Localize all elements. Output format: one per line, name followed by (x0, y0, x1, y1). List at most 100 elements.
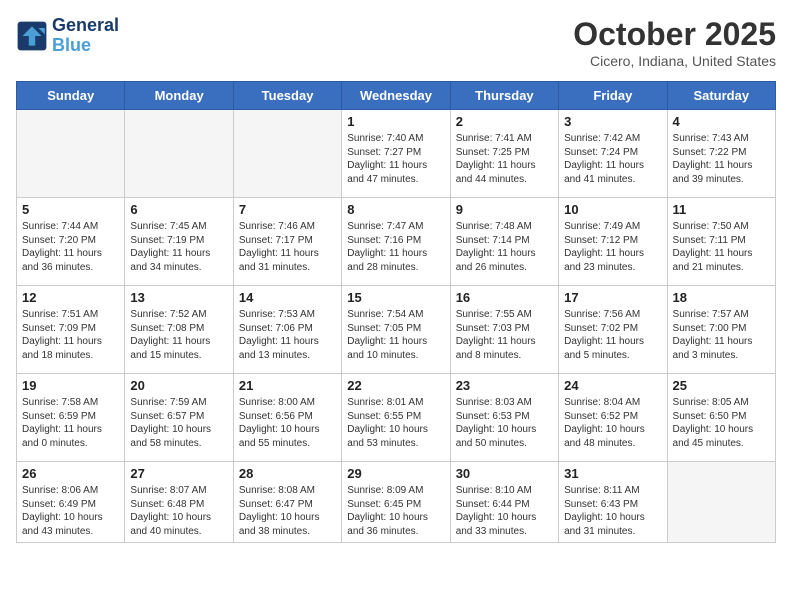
day-number: 8 (347, 202, 444, 217)
cell-info: Sunrise: 7:57 AM Sunset: 7:00 PM Dayligh… (673, 308, 770, 362)
calendar-week-row: 1 Sunrise: 7:40 AM Sunset: 7:27 PM Daylig… (17, 110, 776, 198)
calendar-cell: 2 Sunrise: 7:41 AM Sunset: 7:25 PM Daylig… (450, 110, 558, 198)
calendar-cell: 27Sunrise: 8:07 AM Sunset: 6:48 PM Dayli… (125, 462, 233, 543)
day-number: 14 (239, 290, 336, 305)
cell-info: Sunrise: 7:44 AM Sunset: 7:20 PM Dayligh… (22, 220, 119, 274)
page-header: General Blue October 2025 Cicero, Indian… (16, 16, 776, 69)
cell-info: Sunrise: 8:11 AM Sunset: 6:43 PM Dayligh… (564, 484, 661, 538)
cell-info: Sunrise: 7:58 AM Sunset: 6:59 PM Dayligh… (22, 396, 119, 450)
calendar-cell: 8Sunrise: 7:47 AM Sunset: 7:16 PM Daylig… (342, 198, 450, 286)
cell-info: Sunrise: 7:52 AM Sunset: 7:08 PM Dayligh… (130, 308, 227, 362)
calendar-cell: 3 Sunrise: 7:42 AM Sunset: 7:24 PM Daylig… (559, 110, 667, 198)
day-number: 27 (130, 466, 227, 481)
calendar-cell: 28 Sunrise: 8:08 AM Sunset: 6:47 PM Dayli… (233, 462, 341, 543)
calendar-cell: 22 Sunrise: 8:01 AM Sunset: 6:55 PM Dayli… (342, 374, 450, 462)
weekday-header-tuesday: Tuesday (233, 82, 341, 110)
cell-info: Sunrise: 7:41 AM Sunset: 7:25 PM Dayligh… (456, 132, 553, 186)
calendar-cell: 14 Sunrise: 7:53 AM Sunset: 7:06 PM Dayli… (233, 286, 341, 374)
day-number: 28 (239, 466, 336, 481)
cell-info: Sunrise: 7:56 AM Sunset: 7:02 PM Dayligh… (564, 308, 661, 362)
calendar-cell (17, 110, 125, 198)
day-number: 7 (239, 202, 336, 217)
calendar-cell: 16Sunrise: 7:55 AM Sunset: 7:03 PM Dayli… (450, 286, 558, 374)
calendar-cell: 10Sunrise: 7:49 AM Sunset: 7:12 PM Dayli… (559, 198, 667, 286)
title-block: October 2025 Cicero, Indiana, United Sta… (573, 16, 776, 69)
weekday-header-saturday: Saturday (667, 82, 775, 110)
calendar-cell: 15 Sunrise: 7:54 AM Sunset: 7:05 PM Dayli… (342, 286, 450, 374)
calendar-cell: 1 Sunrise: 7:40 AM Sunset: 7:27 PM Daylig… (342, 110, 450, 198)
cell-info: Sunrise: 7:51 AM Sunset: 7:09 PM Dayligh… (22, 308, 119, 362)
day-number: 10 (564, 202, 661, 217)
calendar-cell: 24Sunrise: 8:04 AM Sunset: 6:52 PM Dayli… (559, 374, 667, 462)
calendar-cell: 12 Sunrise: 7:51 AM Sunset: 7:09 PM Dayli… (17, 286, 125, 374)
day-number: 26 (22, 466, 119, 481)
calendar-cell: 9Sunrise: 7:48 AM Sunset: 7:14 PM Daylig… (450, 198, 558, 286)
cell-info: Sunrise: 7:48 AM Sunset: 7:14 PM Dayligh… (456, 220, 553, 274)
day-number: 30 (456, 466, 553, 481)
day-number: 31 (564, 466, 661, 481)
calendar-week-row: 12 Sunrise: 7:51 AM Sunset: 7:09 PM Dayli… (17, 286, 776, 374)
cell-info: Sunrise: 8:00 AM Sunset: 6:56 PM Dayligh… (239, 396, 336, 450)
cell-info: Sunrise: 7:40 AM Sunset: 7:27 PM Dayligh… (347, 132, 444, 186)
day-number: 1 (347, 114, 444, 129)
day-number: 13 (130, 290, 227, 305)
calendar-cell: 23 Sunrise: 8:03 AM Sunset: 6:53 PM Dayli… (450, 374, 558, 462)
calendar-cell: 11 Sunrise: 7:50 AM Sunset: 7:11 PM Dayli… (667, 198, 775, 286)
calendar-week-row: 19 Sunrise: 7:58 AM Sunset: 6:59 PM Dayli… (17, 374, 776, 462)
location-subtitle: Cicero, Indiana, United States (573, 53, 776, 69)
calendar-cell: 20 Sunrise: 7:59 AM Sunset: 6:57 PM Dayli… (125, 374, 233, 462)
calendar-week-row: 5 Sunrise: 7:44 AM Sunset: 7:20 PM Daylig… (17, 198, 776, 286)
cell-info: Sunrise: 7:55 AM Sunset: 7:03 PM Dayligh… (456, 308, 553, 362)
day-number: 20 (130, 378, 227, 393)
calendar-cell: 13 Sunrise: 7:52 AM Sunset: 7:08 PM Dayli… (125, 286, 233, 374)
calendar-cell (667, 462, 775, 543)
day-number: 18 (673, 290, 770, 305)
day-number: 6 (130, 202, 227, 217)
calendar-cell: 4 Sunrise: 7:43 AM Sunset: 7:22 PM Daylig… (667, 110, 775, 198)
day-number: 2 (456, 114, 553, 129)
logo: General Blue (16, 16, 119, 56)
calendar-cell: 19 Sunrise: 7:58 AM Sunset: 6:59 PM Dayli… (17, 374, 125, 462)
calendar-cell (233, 110, 341, 198)
weekday-header-friday: Friday (559, 82, 667, 110)
calendar-cell: 31 Sunrise: 8:11 AM Sunset: 6:43 PM Dayli… (559, 462, 667, 543)
day-number: 17 (564, 290, 661, 305)
cell-info: Sunrise: 8:10 AM Sunset: 6:44 PM Dayligh… (456, 484, 553, 538)
day-number: 19 (22, 378, 119, 393)
cell-info: Sunrise: 7:53 AM Sunset: 7:06 PM Dayligh… (239, 308, 336, 362)
cell-info: Sunrise: 7:46 AM Sunset: 7:17 PM Dayligh… (239, 220, 336, 274)
cell-info: Sunrise: 7:45 AM Sunset: 7:19 PM Dayligh… (130, 220, 227, 274)
cell-info: Sunrise: 8:01 AM Sunset: 6:55 PM Dayligh… (347, 396, 444, 450)
cell-info: Sunrise: 7:54 AM Sunset: 7:05 PM Dayligh… (347, 308, 444, 362)
cell-info: Sunrise: 7:43 AM Sunset: 7:22 PM Dayligh… (673, 132, 770, 186)
calendar-cell: 25Sunrise: 8:05 AM Sunset: 6:50 PM Dayli… (667, 374, 775, 462)
day-number: 11 (673, 202, 770, 217)
day-number: 5 (22, 202, 119, 217)
day-number: 22 (347, 378, 444, 393)
day-number: 12 (22, 290, 119, 305)
calendar-cell: 26 Sunrise: 8:06 AM Sunset: 6:49 PM Dayli… (17, 462, 125, 543)
day-number: 4 (673, 114, 770, 129)
day-number: 23 (456, 378, 553, 393)
calendar-week-row: 26 Sunrise: 8:06 AM Sunset: 6:49 PM Dayli… (17, 462, 776, 543)
calendar-cell (125, 110, 233, 198)
day-number: 15 (347, 290, 444, 305)
cell-info: Sunrise: 8:08 AM Sunset: 6:47 PM Dayligh… (239, 484, 336, 538)
day-number: 3 (564, 114, 661, 129)
month-title: October 2025 (573, 16, 776, 53)
calendar-cell: 21Sunrise: 8:00 AM Sunset: 6:56 PM Dayli… (233, 374, 341, 462)
cell-info: Sunrise: 8:03 AM Sunset: 6:53 PM Dayligh… (456, 396, 553, 450)
cell-info: Sunrise: 7:59 AM Sunset: 6:57 PM Dayligh… (130, 396, 227, 450)
calendar-table: SundayMondayTuesdayWednesdayThursdayFrid… (16, 81, 776, 543)
calendar-cell: 29Sunrise: 8:09 AM Sunset: 6:45 PM Dayli… (342, 462, 450, 543)
day-number: 29 (347, 466, 444, 481)
calendar-cell: 7 Sunrise: 7:46 AM Sunset: 7:17 PM Daylig… (233, 198, 341, 286)
weekday-header-wednesday: Wednesday (342, 82, 450, 110)
cell-info: Sunrise: 7:42 AM Sunset: 7:24 PM Dayligh… (564, 132, 661, 186)
calendar-cell: 6 Sunrise: 7:45 AM Sunset: 7:19 PM Daylig… (125, 198, 233, 286)
weekday-header-row: SundayMondayTuesdayWednesdayThursdayFrid… (17, 82, 776, 110)
cell-info: Sunrise: 8:04 AM Sunset: 6:52 PM Dayligh… (564, 396, 661, 450)
cell-info: Sunrise: 7:50 AM Sunset: 7:11 PM Dayligh… (673, 220, 770, 274)
cell-info: Sunrise: 8:06 AM Sunset: 6:49 PM Dayligh… (22, 484, 119, 538)
logo-icon (16, 20, 48, 52)
